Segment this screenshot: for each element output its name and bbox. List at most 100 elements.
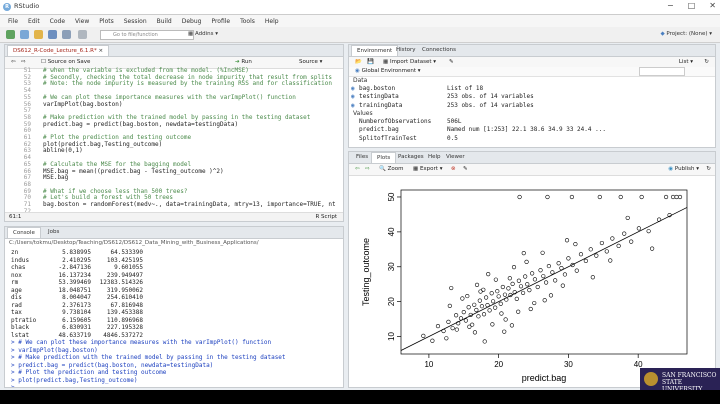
import-dataset-button[interactable]: ▦ Import Dataset ▾ xyxy=(383,59,436,65)
row-name: indus xyxy=(11,256,30,264)
menu-tools[interactable]: Tools xyxy=(240,18,255,25)
environment-value-row[interactable]: NumberofObservations 506L xyxy=(349,118,715,126)
environment-value-row[interactable]: predict.bag Named num [1:253] 22.1 38.6 3… xyxy=(349,126,715,134)
tab-connections[interactable]: Connections xyxy=(417,45,461,55)
previous-plot-icon[interactable]: ⇦ xyxy=(355,166,360,172)
menu-build[interactable]: Build xyxy=(157,18,172,25)
expand-icon[interactable]: ◉ xyxy=(351,102,355,109)
minimize-button[interactable]: − xyxy=(667,1,674,10)
publish-button[interactable]: ◉ Publish ▾ xyxy=(668,166,699,172)
environment-data-row[interactable]: ◉ testingData 253 obs. of 14 variables xyxy=(349,93,715,101)
data-point xyxy=(460,296,465,301)
row-name: chas xyxy=(11,264,26,271)
row-name: rm xyxy=(11,279,19,286)
environment-value-row[interactable]: SplitofTrainTest 0.5 xyxy=(349,135,715,143)
print-icon[interactable] xyxy=(78,30,87,39)
source-on-save-checkbox[interactable]: ☐ Source on Save xyxy=(41,59,90,65)
code-editor[interactable]: 51 # when the variable is excluded from t… xyxy=(5,67,343,215)
console-table-row: black 6.830931 227.195328 xyxy=(11,324,143,331)
global-environment-dropdown[interactable]: ◉ Global Environment ▾ xyxy=(355,68,421,74)
data-point xyxy=(446,319,451,324)
menu-debug[interactable]: Debug xyxy=(182,18,202,25)
variable-name: SplitofTrainTest xyxy=(359,134,417,142)
clear-plots-icon[interactable]: ✎ xyxy=(463,166,468,172)
data-point xyxy=(503,317,508,322)
list-view-button[interactable]: List ▾ xyxy=(679,59,693,65)
environment-search-input[interactable] xyxy=(639,67,685,76)
menu-edit[interactable]: Edit xyxy=(28,18,40,25)
menu-view[interactable]: View xyxy=(75,18,89,25)
save-all-icon[interactable] xyxy=(62,30,71,39)
row-value-2: 110.896968 xyxy=(106,316,143,324)
new-file-icon[interactable] xyxy=(6,30,15,39)
data-point xyxy=(435,323,441,329)
goto-file-input[interactable]: Go to file/function xyxy=(100,30,194,40)
file-type[interactable]: R Script xyxy=(315,214,337,220)
editor-pane: DS612_R-Code_Lecture_6.1.R* × ⇦ ⇨ ☐ Sour… xyxy=(4,44,344,222)
row-name: black xyxy=(11,324,30,331)
data-point xyxy=(502,292,508,297)
console-output[interactable]: zn 5.838995 64.533390 indus 2.410295 103.4251… xyxy=(5,249,343,387)
tab-viewer[interactable]: Viewer xyxy=(441,152,470,162)
row-value-1: 5.838995 xyxy=(62,249,91,256)
close-button[interactable]: ✕ xyxy=(709,1,716,10)
data-point xyxy=(517,194,522,200)
save-workspace-icon[interactable]: 💾 xyxy=(367,59,374,65)
console-table-row: nox 16.137234 239.949497 xyxy=(11,272,143,279)
next-plot-icon[interactable]: ⇨ xyxy=(365,166,370,172)
expand-icon[interactable]: ◉ xyxy=(351,93,355,100)
close-tab-icon[interactable]: × xyxy=(99,48,104,54)
row-value-2: 12383.514326 xyxy=(99,279,143,286)
tab-jobs[interactable]: Jobs xyxy=(43,227,64,237)
data-point xyxy=(430,338,435,343)
data-point xyxy=(618,194,623,200)
list-view-label: List xyxy=(678,59,689,65)
menu-help[interactable]: Help xyxy=(265,18,279,25)
expand-icon[interactable]: ◉ xyxy=(351,85,355,92)
addins-button[interactable]: ▦ Addins ▾ xyxy=(188,31,218,37)
console-command: > # Make prediction with the trained mod… xyxy=(11,354,286,361)
menu-code[interactable]: Code xyxy=(50,18,65,25)
source-button[interactable]: Source ▾ xyxy=(299,59,322,65)
export-button[interactable]: ▦ Export ▾ xyxy=(413,166,442,172)
data-point xyxy=(540,250,545,255)
menu-profile[interactable]: Profile xyxy=(211,18,230,25)
console-pane: Console Jobs C:/Users/tokmu/Desktop/Teac… xyxy=(4,226,344,388)
open-file-icon[interactable] xyxy=(34,30,43,39)
row-name: dis xyxy=(11,294,22,301)
data-point xyxy=(500,284,505,290)
menu-file[interactable]: File xyxy=(8,18,18,25)
data-point xyxy=(511,265,517,270)
data-point xyxy=(447,303,452,308)
y-tick-label: 10 xyxy=(387,332,396,341)
tab-console[interactable]: Console xyxy=(7,227,41,238)
zoom-button[interactable]: 🔍 Zoom xyxy=(379,166,403,172)
project-menu[interactable]: ◆ Project: (None) ▾ xyxy=(660,31,712,37)
save-icon[interactable] xyxy=(48,30,57,39)
console-command: > predict.bag = predict(bag.boston, newd… xyxy=(11,361,214,369)
console-command: > plot(predict.bag,Testing_outcome) xyxy=(11,376,138,384)
broom-icon[interactable]: ✎ xyxy=(449,59,454,65)
forward-arrow-icon[interactable]: ⇨ xyxy=(21,59,26,65)
environment-pane: Environment History Connections 📂 💾 ▦ Im… xyxy=(348,44,716,148)
tab-files[interactable]: Files xyxy=(351,152,373,162)
refresh-plot-icon[interactable]: ↻ xyxy=(706,166,711,172)
new-project-icon[interactable] xyxy=(20,30,29,39)
environment-data-row[interactable]: ◉ bag.boston List of 18 xyxy=(349,85,715,93)
load-workspace-icon[interactable]: 📂 xyxy=(355,59,362,65)
refresh-icon[interactable]: ↻ xyxy=(704,59,709,65)
remove-plot-icon[interactable]: ⊗ xyxy=(451,166,456,172)
data-point xyxy=(590,275,595,280)
editor-tab[interactable]: DS612_R-Code_Lecture_6.1.R* × xyxy=(7,45,110,56)
maximize-button[interactable]: □ xyxy=(688,1,696,10)
back-arrow-icon[interactable]: ⇦ xyxy=(11,59,16,65)
variable-name: testingData xyxy=(359,93,399,101)
data-point xyxy=(523,274,528,279)
menu-plots[interactable]: Plots xyxy=(99,18,113,25)
run-button[interactable]: ➔ Run xyxy=(235,59,252,65)
data-point xyxy=(541,274,546,279)
console-table-row: age 18.048751 319.950062 xyxy=(11,287,143,294)
environment-data-row[interactable]: ◉ trainingData 253 obs. of 14 variables xyxy=(349,102,715,110)
project-icon: ◆ xyxy=(660,31,665,37)
menu-session[interactable]: Session xyxy=(124,18,147,25)
